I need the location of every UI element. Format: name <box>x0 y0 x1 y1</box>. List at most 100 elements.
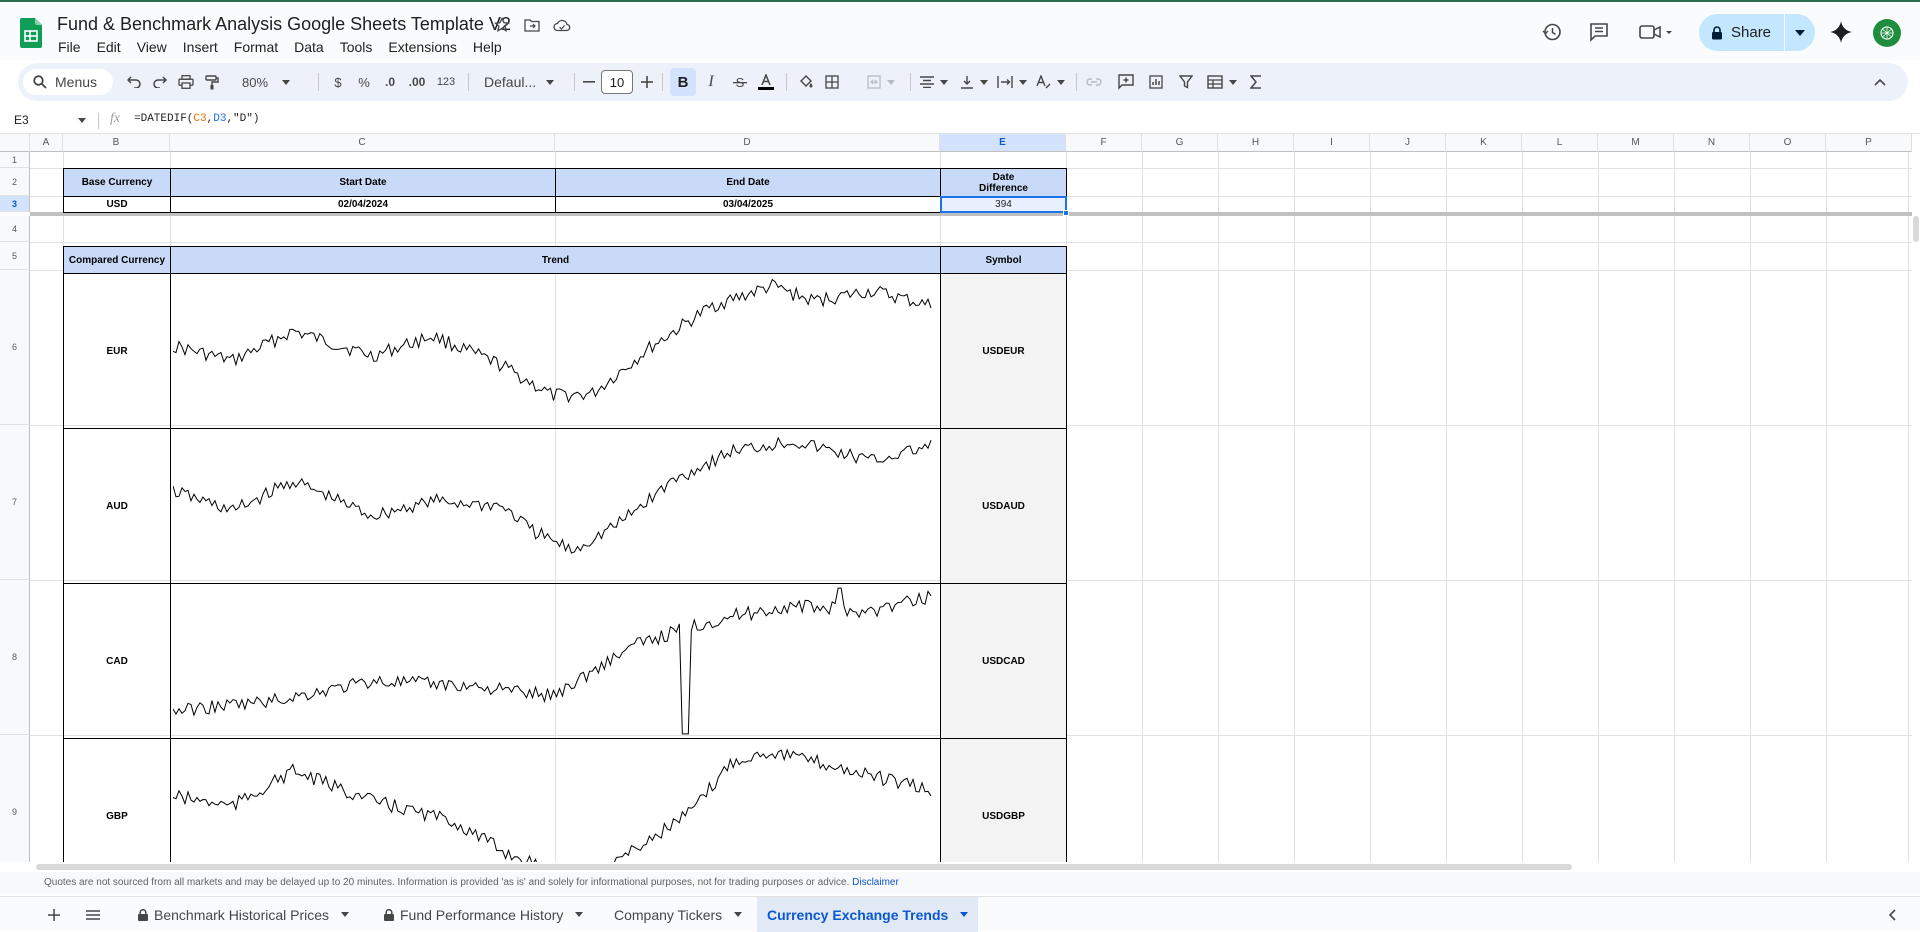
row-header-4[interactable]: 4 <box>0 216 30 242</box>
header-date-difference[interactable]: Date Difference <box>940 168 1067 197</box>
sparkline-cad-cell[interactable] <box>170 583 941 739</box>
column-header-c[interactable]: C <box>170 134 555 152</box>
cloud-status-icon[interactable] <box>553 16 571 34</box>
menu-tools[interactable]: Tools <box>340 39 373 55</box>
column-header-e[interactable]: E <box>940 134 1066 152</box>
menu-view[interactable]: View <box>137 39 167 55</box>
cell-base-currency[interactable]: USD <box>63 196 171 213</box>
tab-company-tickers[interactable]: Company Tickers <box>614 897 743 932</box>
strikethrough-icon[interactable]: S <box>728 63 752 101</box>
column-header-a[interactable]: A <box>30 134 63 152</box>
column-header-b[interactable]: B <box>63 134 170 152</box>
name-box[interactable]: E3 <box>14 113 29 127</box>
horizontal-scrollbar[interactable] <box>36 864 1572 870</box>
cell-date-difference-selected[interactable]: 394 <box>940 196 1067 213</box>
row-header-6[interactable]: 6 <box>0 270 30 425</box>
cell-currency-aud[interactable]: AUD <box>63 428 171 584</box>
move-folder-icon[interactable] <box>523 16 541 34</box>
insert-link-icon[interactable] <box>1082 63 1106 101</box>
spreadsheet-grid[interactable]: A B C D E F G H I J K L M N O P 1 2 3 4 … <box>0 134 1912 862</box>
add-sheet-icon[interactable] <box>48 897 60 932</box>
row-header-3[interactable]: 3 <box>0 196 30 212</box>
cell-currency-eur[interactable]: EUR <box>63 273 171 429</box>
column-header-f[interactable]: F <box>1066 134 1142 152</box>
vertical-scrollbar[interactable] <box>1912 134 1920 862</box>
column-header-l[interactable]: L <box>1522 134 1598 152</box>
search-menus-button[interactable]: Menus <box>23 69 113 95</box>
row-header-5[interactable]: 5 <box>0 242 30 270</box>
menu-data[interactable]: Data <box>294 39 324 55</box>
row-header-8[interactable]: 8 <box>0 580 30 735</box>
menu-extensions[interactable]: Extensions <box>388 39 456 55</box>
row-header-1[interactable]: 1 <box>0 152 30 168</box>
sparkline-aud-cell[interactable] <box>170 428 941 584</box>
share-dropdown-icon[interactable] <box>1785 29 1815 36</box>
italic-button[interactable]: I <box>699 63 723 101</box>
formula-input[interactable]: =DATEDIF(C3,D3,"D") <box>134 113 259 125</box>
menu-help[interactable]: Help <box>473 39 502 55</box>
font-family-select[interactable]: Defaul... <box>484 63 566 101</box>
paint-format-icon[interactable] <box>200 63 224 101</box>
all-sheets-icon[interactable] <box>86 897 100 932</box>
menu-format[interactable]: Format <box>234 39 278 55</box>
comments-icon[interactable] <box>1588 21 1610 43</box>
vertical-align-icon[interactable] <box>954 63 994 101</box>
cell-symbol-usdgbp[interactable]: USDGBP <box>940 738 1067 862</box>
row-header-7[interactable]: 7 <box>0 425 30 580</box>
version-history-icon[interactable] <box>1541 21 1563 43</box>
column-header-g[interactable]: G <box>1142 134 1218 152</box>
decrease-font-size-icon[interactable] <box>580 63 598 101</box>
row-header-2[interactable]: 2 <box>0 168 30 196</box>
meet-video-icon[interactable] <box>1638 21 1676 43</box>
text-rotation-icon[interactable] <box>1030 63 1070 101</box>
column-header-j[interactable]: J <box>1370 134 1446 152</box>
menu-insert[interactable]: Insert <box>183 39 218 55</box>
menu-file[interactable]: File <box>58 39 81 55</box>
print-icon[interactable] <box>174 63 198 101</box>
tab-benchmark-historical-prices[interactable]: Benchmark Historical Prices <box>138 897 350 932</box>
borders-icon[interactable] <box>820 63 844 101</box>
currency-format-button[interactable]: $ <box>326 63 350 101</box>
sheets-logo-icon[interactable] <box>20 18 42 48</box>
column-header-m[interactable]: M <box>1598 134 1674 152</box>
cell-start-date[interactable]: 02/04/2024 <box>170 196 556 213</box>
column-header-i[interactable]: I <box>1294 134 1370 152</box>
insert-chart-icon[interactable] <box>1144 63 1168 101</box>
header-base-currency[interactable]: Base Currency <box>63 168 171 197</box>
text-wrap-icon[interactable] <box>992 63 1032 101</box>
name-box-caret-icon[interactable] <box>78 118 86 123</box>
increase-font-size-icon[interactable] <box>638 63 656 101</box>
column-header-k[interactable]: K <box>1446 134 1522 152</box>
header-compared-currency[interactable]: Compared Currency <box>63 246 171 274</box>
collapse-tabs-icon[interactable] <box>1888 897 1896 932</box>
functions-icon[interactable] <box>1244 63 1268 101</box>
share-button[interactable]: Share <box>1699 14 1815 51</box>
filter-icon[interactable] <box>1174 63 1198 101</box>
increase-decimal-button[interactable]: .00 <box>404 63 430 101</box>
horizontal-align-icon[interactable] <box>914 63 954 101</box>
cell-symbol-usdcad[interactable]: USDCAD <box>940 583 1067 739</box>
sparkline-gbp-cell[interactable] <box>170 738 941 862</box>
undo-icon[interactable] <box>122 63 146 101</box>
header-start-date[interactable]: Start Date <box>170 168 556 197</box>
insert-comment-icon[interactable] <box>1114 63 1138 101</box>
cell-symbol-usdaud[interactable]: USDAUD <box>940 428 1067 584</box>
zoom-select[interactable]: 80% <box>242 63 298 101</box>
account-avatar[interactable] <box>1873 19 1901 47</box>
column-header-o[interactable]: O <box>1750 134 1826 152</box>
disclaimer-link[interactable]: Disclaimer <box>852 877 899 888</box>
sparkline-eur-cell[interactable] <box>170 273 941 429</box>
header-trend[interactable]: Trend <box>170 246 941 274</box>
cell-currency-cad[interactable]: CAD <box>63 583 171 739</box>
header-end-date[interactable]: End Date <box>555 168 941 197</box>
more-formats-button[interactable]: 123 <box>432 63 460 101</box>
decrease-decimal-button[interactable]: .0 <box>378 63 402 101</box>
fill-handle[interactable] <box>1063 210 1069 216</box>
select-all-corner[interactable] <box>0 134 30 152</box>
text-color-icon[interactable] <box>754 63 778 101</box>
column-header-d[interactable]: D <box>555 134 940 152</box>
menu-edit[interactable]: Edit <box>97 39 121 55</box>
column-header-n[interactable]: N <box>1674 134 1750 152</box>
cell-end-date[interactable]: 03/04/2025 <box>555 196 941 213</box>
bold-button[interactable]: B <box>670 68 696 96</box>
